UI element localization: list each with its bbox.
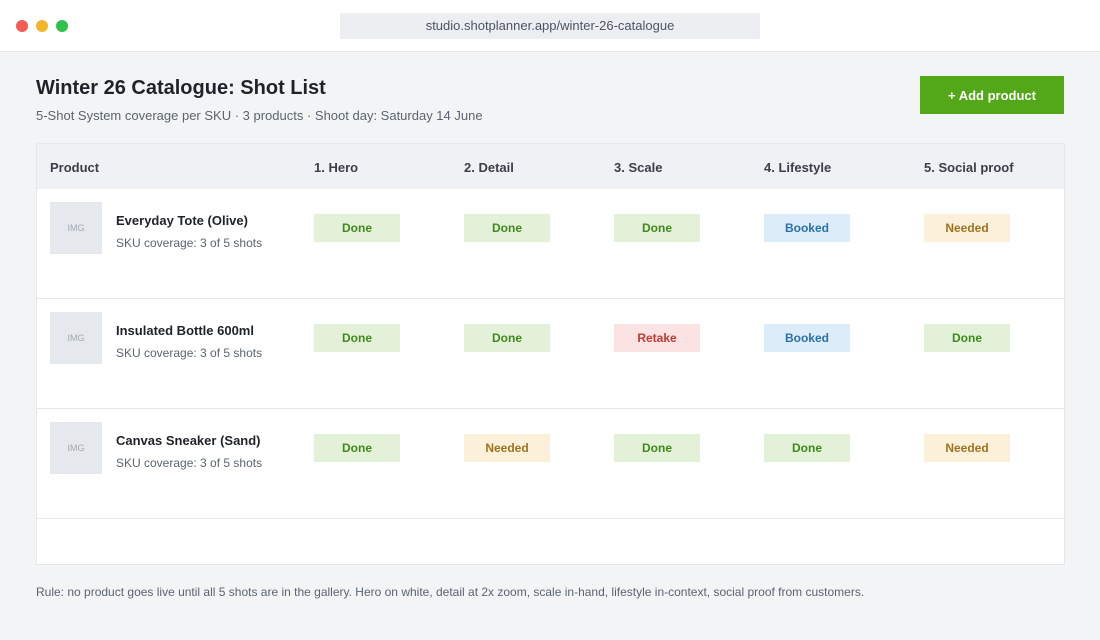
- status-badge-hero[interactable]: Done: [314, 214, 400, 242]
- column-header-lifestyle: 4. Lifestyle: [764, 160, 832, 175]
- page-subtitle: 5-Shot System coverage per SKU · 3 produ…: [36, 108, 483, 123]
- status-badge-scale[interactable]: Done: [614, 214, 700, 242]
- product-thumbnail: IMG: [50, 312, 102, 364]
- column-header-social-proof: 5. Social proof: [924, 160, 1014, 175]
- sku-coverage: SKU coverage: 3 of 5 shots: [116, 456, 263, 470]
- product-name[interactable]: Insulated Bottle 600ml: [116, 323, 254, 338]
- close-window-icon[interactable]: [16, 20, 28, 32]
- page-title: Winter 26 Catalogue: Shot List: [36, 77, 326, 99]
- minimize-window-icon[interactable]: [36, 20, 48, 32]
- status-badge-lifestyle[interactable]: Done: [764, 434, 850, 462]
- status-badge-detail[interactable]: Done: [464, 214, 550, 242]
- status-badge-lifestyle[interactable]: Booked: [764, 324, 850, 352]
- column-header-detail: 2. Detail: [464, 160, 514, 175]
- table-row[interactable]: IMG Insulated Bottle 600ml SKU coverage:…: [37, 299, 1064, 409]
- status-badge-social-proof[interactable]: Done: [924, 324, 1010, 352]
- status-badge-hero[interactable]: Done: [314, 324, 400, 352]
- status-badge-detail[interactable]: Needed: [464, 434, 550, 462]
- table-header: Product 1. Hero 2. Detail 3. Scale 4. Li…: [37, 144, 1064, 189]
- column-header-scale: 3. Scale: [614, 160, 663, 175]
- shot-list-table: Product 1. Hero 2. Detail 3. Scale 4. Li…: [36, 143, 1065, 565]
- add-product-button[interactable]: + Add product: [920, 76, 1064, 114]
- product-name[interactable]: Canvas Sneaker (Sand): [116, 433, 261, 448]
- browser-titlebar: studio.shotplanner.app/winter-26-catalog…: [0, 0, 1100, 52]
- table-row[interactable]: IMG Canvas Sneaker (Sand) SKU coverage: …: [37, 409, 1064, 519]
- status-badge-social-proof[interactable]: Needed: [924, 434, 1010, 462]
- sku-coverage: SKU coverage: 3 of 5 shots: [116, 346, 263, 360]
- column-header-hero: 1. Hero: [314, 160, 359, 175]
- status-badge-scale[interactable]: Done: [614, 434, 700, 462]
- column-header-product: Product: [50, 160, 100, 175]
- product-thumbnail: IMG: [50, 422, 102, 474]
- status-badge-hero[interactable]: Done: [314, 434, 400, 462]
- status-badge-social-proof[interactable]: Needed: [924, 214, 1010, 242]
- product-name[interactable]: Everyday Tote (Olive): [116, 213, 248, 228]
- footer-rule-note: Rule: no product goes live until all 5 s…: [36, 585, 865, 599]
- sku-coverage: SKU coverage: 3 of 5 shots: [116, 236, 263, 250]
- status-badge-lifestyle[interactable]: Booked: [764, 214, 850, 242]
- status-badge-scale[interactable]: Retake: [614, 324, 700, 352]
- maximize-window-icon[interactable]: [56, 20, 68, 32]
- product-thumbnail: IMG: [50, 202, 102, 254]
- status-badge-detail[interactable]: Done: [464, 324, 550, 352]
- address-bar[interactable]: studio.shotplanner.app/winter-26-catalog…: [340, 13, 760, 39]
- table-row[interactable]: IMG Everyday Tote (Olive) SKU coverage: …: [37, 189, 1064, 299]
